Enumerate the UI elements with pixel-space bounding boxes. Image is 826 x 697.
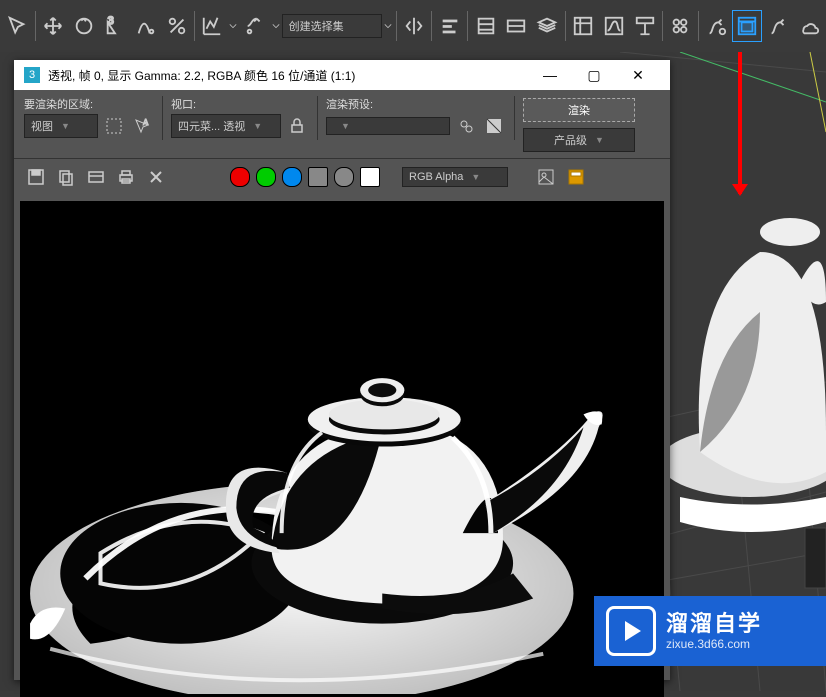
viewport-image-icon[interactable] xyxy=(534,165,558,189)
render-button[interactable]: 渲染 xyxy=(523,98,635,122)
region-edit-icon[interactable] xyxy=(102,114,126,138)
render-cloud-icon[interactable] xyxy=(793,10,824,42)
curve-editor-icon[interactable] xyxy=(598,10,629,42)
dropdown-arrow-icon[interactable] xyxy=(270,11,282,41)
white-swatch[interactable] xyxy=(360,167,380,187)
play-icon xyxy=(606,606,656,656)
watermark: 溜溜自学 zixue.3d66.com xyxy=(594,596,826,666)
channel-dropdown[interactable]: RGB Alpha▼ xyxy=(402,167,508,187)
app-logo-icon: 3 xyxy=(24,67,40,83)
layers-stack-icon[interactable] xyxy=(532,10,563,42)
output-toolbar: RGB Alpha▼ xyxy=(14,159,670,195)
green-channel-swatch[interactable] xyxy=(256,167,276,187)
dropdown-arrow-icon[interactable] xyxy=(382,11,394,41)
dropdown-arrow-icon[interactable] xyxy=(228,11,240,41)
toggle-ui-icon[interactable] xyxy=(564,165,588,189)
viewport-dropdown[interactable]: 四元菜... 透视▼ xyxy=(171,114,281,138)
render-production-icon[interactable] xyxy=(762,10,793,42)
scene-explorer-icon[interactable] xyxy=(568,10,599,42)
render-setup-icon[interactable] xyxy=(701,10,732,42)
svg-text:3: 3 xyxy=(108,15,114,27)
render-output[interactable] xyxy=(20,201,664,697)
svg-text:A: A xyxy=(143,118,149,127)
percent-icon[interactable] xyxy=(161,10,192,42)
lock-icon[interactable] xyxy=(285,114,309,138)
clone-icon[interactable] xyxy=(84,165,108,189)
move-icon[interactable] xyxy=(38,10,69,42)
watermark-title: 溜溜自学 xyxy=(666,611,762,637)
schematic-icon[interactable] xyxy=(629,10,660,42)
rendered-frame-window-icon[interactable] xyxy=(732,10,763,42)
scale-icon[interactable]: 3 xyxy=(99,10,130,42)
toggle-icon[interactable] xyxy=(501,10,532,42)
watermark-url: zixue.3d66.com xyxy=(666,637,762,651)
titlebar[interactable]: 3 透视, 帧 0, 显示 Gamma: 2.2, RGBA 颜色 16 位/通… xyxy=(14,60,670,90)
mono-channel-swatch[interactable] xyxy=(334,167,354,187)
close-button[interactable]: ✕ xyxy=(616,60,660,90)
rotate-icon[interactable] xyxy=(69,10,100,42)
render-options-panel: 要渲染的区域: 视图▼ A 视口: 四元菜... 透视▼ 渲染预设: ▼ xyxy=(14,90,670,159)
print-icon[interactable] xyxy=(114,165,138,189)
minimize-button[interactable]: — xyxy=(528,60,572,90)
layer-icon[interactable] xyxy=(470,10,501,42)
production-dropdown[interactable]: 产品级▼ xyxy=(523,128,635,152)
clear-icon[interactable] xyxy=(144,165,168,189)
selection-set-dropdown[interactable]: 创建选择集 xyxy=(282,14,382,38)
select-icon[interactable] xyxy=(2,10,33,42)
region-auto-icon[interactable]: A xyxy=(130,114,154,138)
material-editor-icon[interactable] xyxy=(665,10,696,42)
mirror-icon[interactable] xyxy=(399,10,430,42)
maximize-button[interactable]: ▢ xyxy=(572,60,616,90)
preset-label: 渲染预设: xyxy=(326,96,506,112)
ref-coord-icon[interactable] xyxy=(197,10,228,42)
region-label: 要渲染的区域: xyxy=(24,96,154,112)
save-icon[interactable] xyxy=(24,165,48,189)
environment-icon[interactable] xyxy=(482,114,506,138)
viewport-label: 视口: xyxy=(171,96,309,112)
copy-icon[interactable] xyxy=(54,165,78,189)
red-channel-swatch[interactable] xyxy=(230,167,250,187)
align-icon[interactable] xyxy=(434,10,465,42)
region-dropdown[interactable]: 视图▼ xyxy=(24,114,98,138)
placement-icon[interactable] xyxy=(130,10,161,42)
window-title: 透视, 帧 0, 显示 Gamma: 2.2, RGBA 颜色 16 位/通道 … xyxy=(48,67,528,84)
render-frame-window: 3 透视, 帧 0, 显示 Gamma: 2.2, RGBA 颜色 16 位/通… xyxy=(14,60,670,680)
preset-category-icon[interactable] xyxy=(454,114,478,138)
manip-icon[interactable] xyxy=(239,10,270,42)
alpha-channel-swatch[interactable] xyxy=(308,167,328,187)
preset-dropdown[interactable]: ▼ xyxy=(326,117,450,135)
blue-channel-swatch[interactable] xyxy=(282,167,302,187)
main-toolbar: 3 创建选择集 xyxy=(0,0,826,53)
